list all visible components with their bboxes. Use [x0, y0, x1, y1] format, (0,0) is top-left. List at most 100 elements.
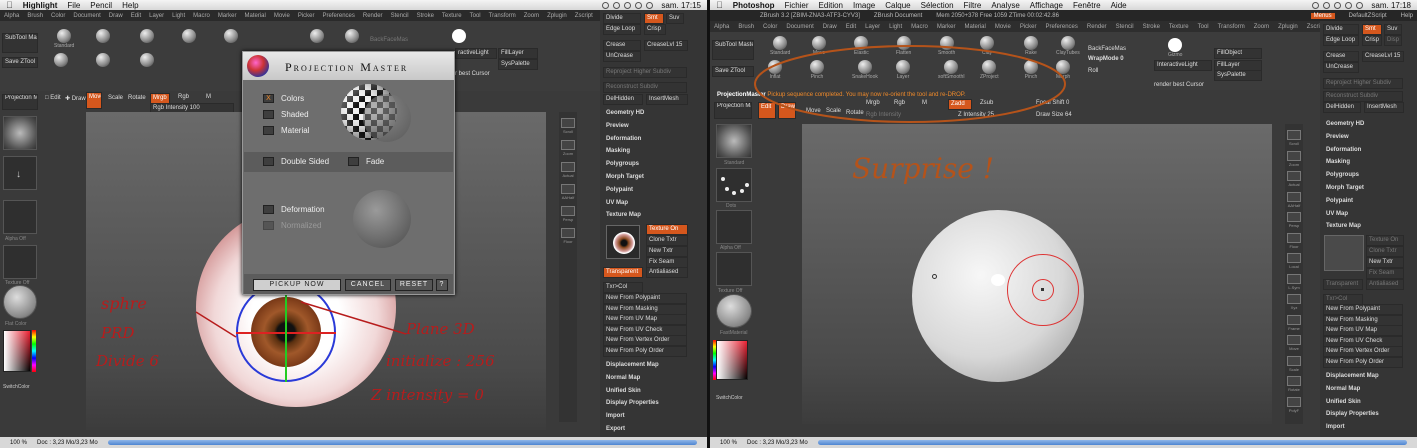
scroll-icon[interactable] [561, 118, 575, 128]
menu-fen-tre[interactable]: Fenêtre [1073, 1, 1101, 10]
crease-button[interactable]: Crease [603, 40, 641, 51]
xyz-icon[interactable] [1287, 294, 1301, 304]
section-preview[interactable]: Preview [1326, 134, 1349, 140]
smt-toggle[interactable]: Smt [644, 13, 664, 24]
brush-elastic[interactable] [140, 29, 154, 43]
zmenu-edit[interactable]: Edit [846, 24, 856, 30]
btn-new-from-poly-order[interactable]: New From Poly Order [1323, 357, 1403, 368]
texture-thumbnail[interactable] [606, 225, 640, 259]
aahalf-icon[interactable] [561, 184, 575, 194]
zmenu-marker[interactable]: Marker [937, 24, 956, 30]
btn-new-from-polypaint[interactable]: New From Polypaint [1323, 304, 1403, 315]
zmenu-light[interactable]: Light [889, 24, 902, 30]
suv-toggle[interactable]: Suv [1384, 24, 1402, 35]
uncrease-button[interactable]: UnCrease [1323, 62, 1359, 73]
menu-edition[interactable]: Edition [819, 1, 843, 10]
color-picker[interactable] [716, 340, 748, 380]
fade-checkbox[interactable] [348, 157, 359, 166]
save-ztool-button[interactable]: Save ZTool [712, 66, 754, 77]
color-picker[interactable] [3, 330, 31, 372]
help-button[interactable]: Help [1401, 13, 1417, 19]
zmenu-zscript[interactable]: Zscript [575, 13, 593, 19]
delhidden-button[interactable]: DelHidden [603, 94, 643, 105]
backface-label[interactable]: BackFaceMas [1088, 46, 1126, 52]
polyf-icon[interactable] [1287, 396, 1301, 407]
menu-analyse[interactable]: Analyse [991, 1, 1019, 10]
btn-new-from-uv-check[interactable]: New From UV Check [1323, 335, 1403, 347]
zmenu-picker[interactable]: Picker [1020, 24, 1037, 30]
texture-tile[interactable] [3, 245, 37, 279]
scale-icon[interactable] [1287, 355, 1301, 366]
cancel-button[interactable]: CANCEL [345, 279, 391, 291]
zoom-icon[interactable] [1287, 150, 1301, 161]
zmenu-stencil[interactable]: Stencil [391, 13, 409, 19]
save-ztool-button[interactable]: Save ZTool [2, 57, 38, 68]
hue-strip[interactable] [713, 340, 716, 380]
reconstruct-button[interactable]: Reconstruct Subdiv [1323, 91, 1403, 102]
floor-icon[interactable] [561, 228, 575, 238]
tray-icons[interactable] [1312, 1, 1364, 9]
reset-button[interactable]: RESET [395, 279, 433, 291]
wrapmode-slider[interactable]: WrapMode 0 [1088, 56, 1124, 62]
material-checkbox[interactable] [263, 126, 274, 135]
section-normal-map[interactable]: Normal Map [1326, 386, 1360, 392]
zmenu-alpha[interactable]: Alpha [4, 13, 19, 19]
horizontal-scrollbar[interactable] [107, 440, 697, 445]
zmenu-document[interactable]: Document [73, 13, 100, 19]
rgb-button[interactable]: Rgb [178, 94, 189, 100]
zmenu-macro[interactable]: Macro [911, 24, 928, 30]
stroke-tile[interactable]: ↓ [3, 156, 37, 190]
zmenu-preferences[interactable]: Preferences [323, 13, 355, 19]
brush-pinch[interactable] [96, 53, 110, 67]
hue-strip[interactable] [32, 330, 36, 372]
horizontal-scrollbar[interactable] [817, 440, 1407, 445]
section-display-properties[interactable]: Display Properties [1326, 411, 1379, 417]
aahalf-icon[interactable] [1287, 191, 1301, 202]
clone-txtr-button[interactable]: Clone Txtr [1366, 246, 1404, 257]
crease-level-slider[interactable]: CreaseLvl 15 [644, 40, 688, 51]
section-preview[interactable]: Preview [606, 123, 629, 129]
material-tile[interactable] [716, 294, 752, 328]
local-icon[interactable] [1287, 253, 1301, 263]
dots-stroke-tile[interactable] [716, 168, 752, 202]
zmenu-preferences[interactable]: Preferences [1046, 24, 1078, 30]
zmenu-transform[interactable]: Transform [489, 13, 516, 19]
crease-button[interactable]: Crease [1323, 51, 1359, 62]
zmenu-macro[interactable]: Macro [193, 13, 210, 19]
interactive-light-button[interactable]: ractiveLight [455, 48, 497, 59]
zmenu-stroke[interactable]: Stroke [1143, 24, 1160, 30]
syspalette-button[interactable]: SysPalette [498, 59, 538, 70]
alpha-tile[interactable] [3, 200, 37, 234]
colors-checkbox[interactable]: X [263, 94, 274, 103]
menu-image[interactable]: Image [853, 1, 875, 10]
apple-icon[interactable]:  [6, 0, 13, 10]
clock[interactable]: sam. 17:15 [661, 1, 701, 10]
fill-object-button[interactable]: FillObject [1214, 48, 1262, 59]
help-button[interactable]: ? [436, 279, 448, 291]
clock[interactable]: sam. 17:18 [1371, 1, 1411, 10]
antialiased-toggle[interactable]: Antialiased [1366, 279, 1404, 290]
tray-icons[interactable] [602, 1, 654, 9]
suv-toggle[interactable]: Suv [666, 13, 684, 24]
zmenu-light[interactable]: Light [172, 13, 185, 19]
zmenu-texture[interactable]: Texture [442, 13, 462, 19]
edge-loop-button[interactable]: Edge Loop [1323, 35, 1359, 46]
crease-level-slider[interactable]: CreaseLvl 15 [1362, 51, 1404, 62]
persp-icon[interactable] [561, 206, 575, 216]
brush-standard[interactable]: Standard [54, 29, 74, 49]
deformation-checkbox[interactable] [263, 205, 274, 214]
section-import[interactable]: Import [1326, 424, 1345, 430]
move-button[interactable]: Move [86, 92, 102, 109]
edge-loop-button[interactable]: Edge Loop [603, 24, 641, 35]
zmenu-zplugin[interactable]: Zplugin [547, 13, 567, 19]
section-morph-target[interactable]: Morph Target [606, 174, 644, 180]
rotate-button[interactable]: Rotate [128, 95, 146, 101]
zmenu-marker[interactable]: Marker [218, 13, 237, 19]
texture-tile[interactable] [716, 252, 752, 286]
new-txtr-button[interactable]: New Txtr [646, 246, 688, 257]
zmenu-color[interactable]: Color [763, 24, 777, 30]
menu-file[interactable]: File [67, 1, 80, 10]
transparent-toggle[interactable]: Transparent [603, 267, 643, 278]
render-best-label[interactable]: r best Cursor [455, 71, 490, 77]
btn-new-from-masking[interactable]: New From Masking [603, 303, 687, 315]
